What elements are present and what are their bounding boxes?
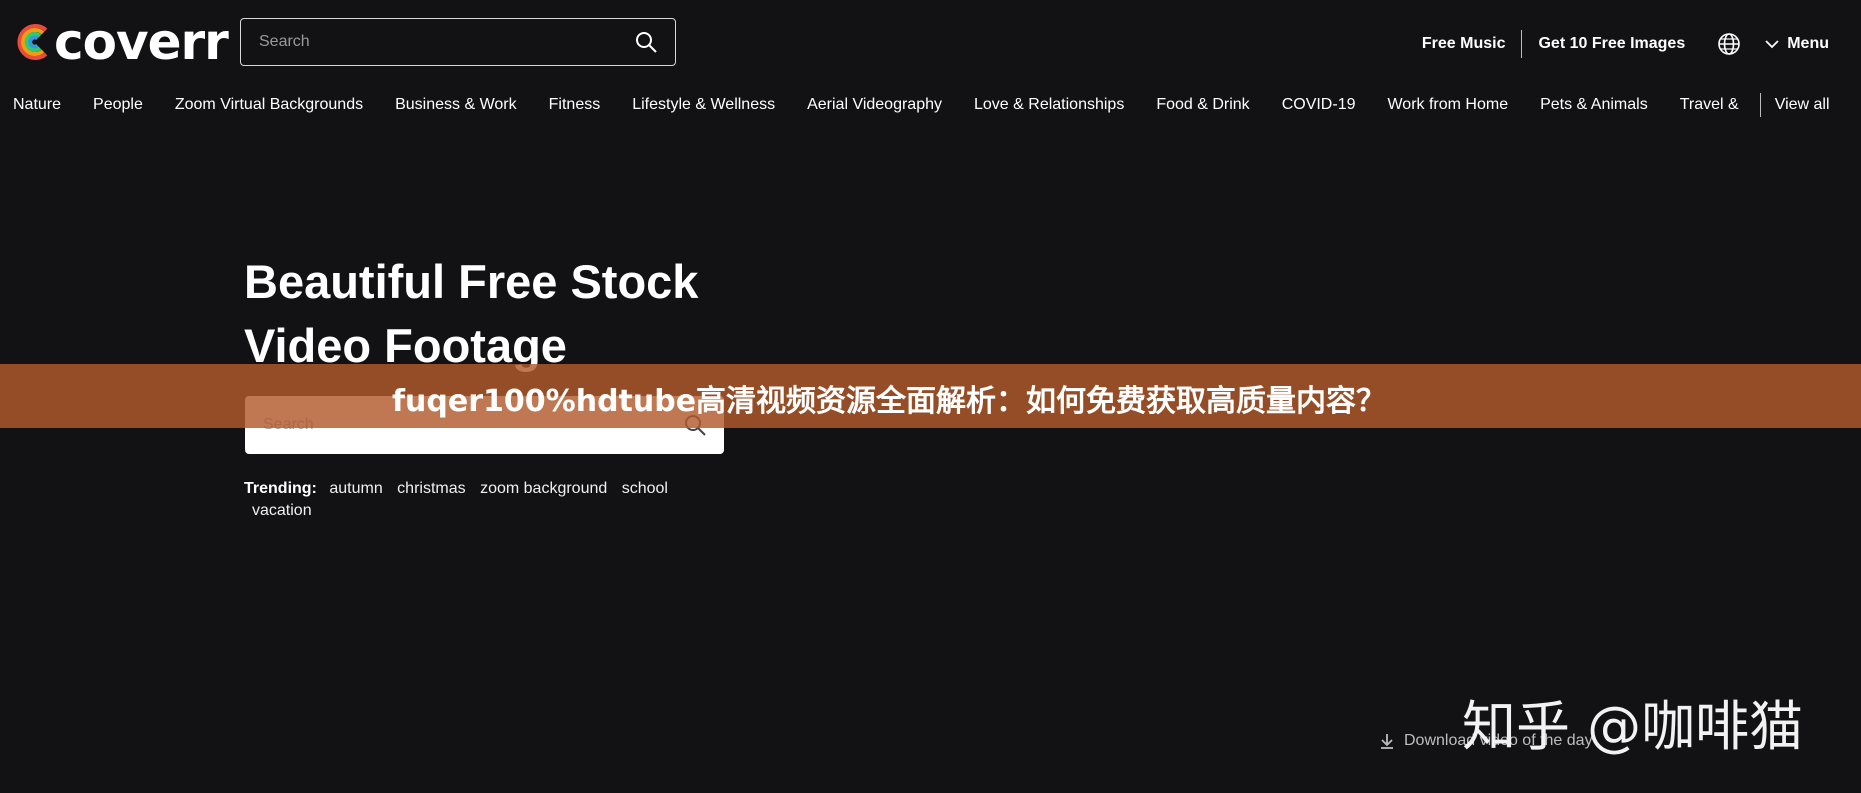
site-header: coverr Free Music Get 10 Free Images Men… [0,0,1861,88]
trending-tag-vacation[interactable]: vacation [252,500,312,522]
nav-item-nature[interactable]: Nature [13,96,61,114]
search-icon[interactable] [633,29,659,55]
nav-item-work-from-home[interactable]: Work from Home [1387,96,1508,114]
trending-label: Trending: [244,480,317,497]
hero-title: Beautiful Free Stock Video Footage [244,250,804,378]
trending-tag-christmas[interactable]: christmas [397,478,465,500]
free-images-link[interactable]: Get 10 Free Images [1522,35,1701,53]
menu-label: Menu [1787,35,1829,52]
nav-item-pets-animals[interactable]: Pets & Animals [1540,96,1648,114]
trending-tag-school[interactable]: school [622,478,668,500]
download-icon [1381,734,1393,749]
nav-item-business-work[interactable]: Business & Work [395,96,517,114]
trending-tag-autumn[interactable]: autumn [329,478,382,500]
free-music-link[interactable]: Free Music [1406,35,1522,53]
header-search-box[interactable] [240,18,676,66]
overlay-banner-text: fuqer100%hdtube高清视频资源全面解析：如何免费获取高质量内容？ [392,384,1387,419]
nav-item-aerial-videography[interactable]: Aerial Videography [807,96,942,114]
nav-divider [1759,93,1761,117]
menu-button[interactable]: Menu [1765,35,1829,53]
trending-tag-zoom-background[interactable]: zoom background [480,478,607,500]
nav-item-lifestyle-wellness[interactable]: Lifestyle & Wellness [632,96,775,114]
header-search-input[interactable] [257,32,633,52]
nav-item-travel[interactable]: Travel & [1680,96,1739,114]
nav-item-love-relationships[interactable]: Love & Relationships [974,96,1124,114]
view-all-link[interactable]: View all [1775,96,1830,114]
hero-title-line-1: Beautiful Free Stock [244,255,699,308]
trending-tags: Trending: autumn christmas zoom backgrou… [244,478,684,522]
coverr-logo[interactable]: coverr [12,13,229,71]
globe-icon[interactable] [1717,32,1741,56]
nav-item-covid-19[interactable]: COVID-19 [1282,96,1356,114]
nav-item-fitness[interactable]: Fitness [549,96,601,114]
chevron-down-icon [1765,40,1779,49]
zhihu-watermark: 知乎 @咖啡猫 [1462,695,1804,758]
coverr-rainbow-logo-icon [17,24,48,60]
logo-text: coverr [54,13,229,71]
category-nav: Nature People Zoom Virtual Backgrounds B… [0,88,1861,122]
nav-item-food-drink[interactable]: Food & Drink [1156,96,1249,114]
nav-item-zoom-virtual-backgrounds[interactable]: Zoom Virtual Backgrounds [175,96,363,114]
header-links: Free Music Get 10 Free Images Menu [1406,24,1829,64]
nav-item-people[interactable]: People [93,96,143,114]
